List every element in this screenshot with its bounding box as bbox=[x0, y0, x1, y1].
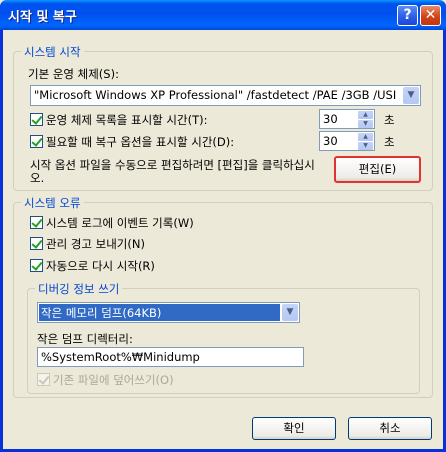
show-recovery-checkbox[interactable] bbox=[30, 135, 43, 148]
default-os-value: "Microsoft Windows XP Professional" /fas… bbox=[34, 88, 397, 102]
show-list-seconds-input[interactable]: 30 ▲ ▼ bbox=[319, 109, 375, 129]
debug-info-group: 디버깅 정보 쓰기 작은 메모리 덤프(64KB) ▼ 작은 덤프 디렉터리: … bbox=[27, 281, 420, 394]
startup-recovery-dialog: 시작 및 복구 ? ✕ 시스템 시작 기본 운영 체제(S): "Microso… bbox=[0, 0, 446, 452]
show-recovery-seconds-input[interactable]: 30 ▲ ▼ bbox=[319, 131, 375, 151]
system-startup-group: 시스템 시작 기본 운영 체제(S): "Microsoft Windows X… bbox=[13, 44, 433, 191]
chevron-down-icon[interactable]: ▼ bbox=[282, 304, 298, 321]
write-event-label[interactable]: 시스템 로그에 이벤트 기록(W) bbox=[46, 215, 194, 231]
edit-button[interactable]: 편집(E) bbox=[334, 156, 421, 183]
show-list-label[interactable]: 운영 체제 목록을 표시할 시간(T): bbox=[46, 112, 207, 128]
dump-type-select[interactable]: 작은 메모리 덤프(64KB) ▼ bbox=[37, 302, 300, 323]
auto-restart-label[interactable]: 자동으로 다시 시작(R) bbox=[46, 258, 155, 274]
show-list-checkbox[interactable] bbox=[30, 113, 43, 126]
dump-dir-label: 작은 덤프 디렉터리: bbox=[37, 332, 133, 346]
system-failure-group: 시스템 오류 시스템 로그에 이벤트 기록(W) 관리 경고 보내기(N) 자동… bbox=[13, 195, 433, 398]
edit-button-label: 편집(E) bbox=[358, 162, 397, 176]
overwrite-checkbox[interactable] bbox=[37, 373, 50, 386]
close-icon: ✕ bbox=[424, 7, 437, 23]
edit-hint-text: 시작 옵션 파일을 수동으로 편집하려면 [편집]을 클릭하십시오. bbox=[30, 158, 315, 185]
system-failure-title: 시스템 오류 bbox=[21, 195, 84, 211]
spin-up-icon[interactable]: ▲ bbox=[358, 133, 373, 141]
show-list-seconds-value: 30 bbox=[323, 112, 338, 126]
cancel-button-label: 취소 bbox=[379, 421, 401, 435]
dump-type-value: 작은 메모리 덤프(64KB) bbox=[39, 304, 280, 321]
default-os-select[interactable]: "Microsoft Windows XP Professional" /fas… bbox=[30, 85, 421, 106]
cancel-button[interactable]: 취소 bbox=[348, 417, 432, 440]
dump-dir-input[interactable]: %SystemRoot%₩Minidump bbox=[37, 347, 304, 367]
ok-button-label: 확인 bbox=[283, 421, 305, 435]
default-os-label: 기본 운영 체제(S): bbox=[28, 67, 119, 81]
write-event-checkbox[interactable] bbox=[30, 216, 43, 229]
show-recovery-seconds-value: 30 bbox=[323, 134, 338, 148]
send-alert-label[interactable]: 관리 경고 보내기(N) bbox=[46, 236, 145, 252]
system-startup-title: 시스템 시작 bbox=[21, 44, 84, 60]
window-title: 시작 및 복구 bbox=[8, 10, 77, 25]
spin-up-icon[interactable]: ▲ bbox=[358, 111, 373, 119]
close-button[interactable]: ✕ bbox=[420, 5, 441, 26]
spin-down-icon[interactable]: ▼ bbox=[358, 142, 373, 150]
help-button[interactable]: ? bbox=[397, 5, 418, 26]
help-icon: ? bbox=[403, 7, 412, 23]
overwrite-label[interactable]: 기존 파일에 덮어쓰기(O) bbox=[53, 372, 174, 388]
auto-restart-checkbox[interactable] bbox=[30, 259, 43, 272]
ok-button[interactable]: 확인 bbox=[252, 417, 336, 440]
chevron-down-icon[interactable]: ▼ bbox=[403, 87, 419, 104]
debug-info-title: 디버깅 정보 쓰기 bbox=[35, 281, 123, 297]
title-bar[interactable]: 시작 및 복구 ? ✕ bbox=[0, 0, 446, 30]
spin-down-icon[interactable]: ▼ bbox=[358, 120, 373, 128]
seconds-unit-label: 초 bbox=[384, 135, 395, 149]
send-alert-checkbox[interactable] bbox=[30, 237, 43, 250]
show-recovery-label[interactable]: 필요할 때 복구 옵션을 표시할 시간(D): bbox=[46, 134, 234, 150]
seconds-unit-label: 초 bbox=[384, 113, 395, 127]
dump-dir-value: %SystemRoot%₩Minidump bbox=[41, 350, 200, 364]
